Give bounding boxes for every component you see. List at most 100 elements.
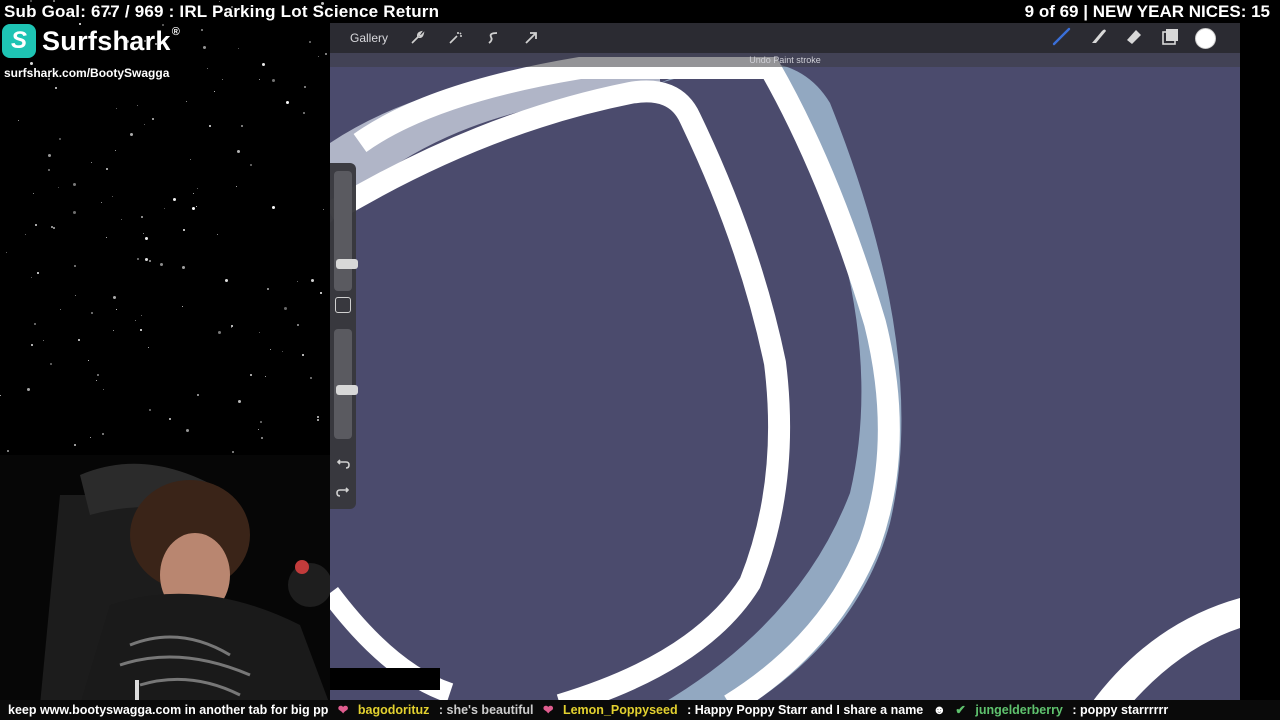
star	[140, 329, 142, 331]
star	[27, 388, 30, 391]
star	[320, 292, 322, 294]
star	[173, 198, 176, 201]
star	[303, 112, 305, 114]
smudge-icon[interactable]	[1087, 25, 1109, 52]
undo-icon[interactable]	[333, 453, 353, 473]
star	[203, 46, 206, 49]
star	[284, 307, 287, 310]
star	[75, 295, 76, 296]
star	[115, 150, 116, 151]
star	[73, 183, 76, 186]
star	[260, 421, 262, 423]
star	[43, 340, 44, 341]
star	[7, 450, 9, 452]
star	[236, 186, 237, 187]
star	[60, 309, 61, 310]
star	[106, 168, 108, 170]
star	[145, 258, 148, 261]
star	[25, 234, 26, 235]
brush-size-thumb[interactable]	[336, 259, 358, 269]
star	[225, 279, 228, 282]
star	[113, 296, 116, 299]
star	[297, 281, 298, 282]
star	[58, 187, 59, 188]
drawing-canvas[interactable]	[330, 23, 1240, 705]
star	[169, 418, 171, 420]
star	[73, 211, 76, 214]
star	[218, 331, 221, 334]
star	[182, 306, 183, 307]
star	[317, 419, 319, 421]
star	[51, 226, 53, 228]
star	[152, 118, 154, 120]
opacity-thumb[interactable]	[336, 385, 358, 395]
chat-message: : she's beautiful	[438, 703, 534, 717]
procreate-sidebar	[330, 163, 358, 509]
star	[259, 79, 260, 80]
star	[261, 437, 263, 439]
emote-icon: ☻	[932, 703, 946, 717]
redo-icon[interactable]	[333, 481, 353, 501]
star	[272, 79, 275, 82]
sub-goal-text: Sub Goal: 677 / 969 : IRL Parking Lot Sc…	[4, 2, 440, 21]
star	[31, 277, 32, 278]
brush-icon[interactable]	[1051, 25, 1073, 52]
star	[135, 320, 136, 321]
registered-mark: ®	[171, 25, 181, 38]
star	[237, 150, 240, 153]
layers-icon[interactable]	[1159, 25, 1181, 52]
star	[262, 63, 265, 66]
chat-message: : Happy Poppy Starr and I share a name	[687, 703, 924, 717]
transform-arrow-icon[interactable]	[518, 25, 544, 51]
star	[317, 416, 319, 418]
star	[267, 288, 269, 290]
star	[238, 400, 241, 403]
star	[37, 272, 39, 274]
star	[34, 323, 36, 325]
color-picker[interactable]	[1195, 27, 1216, 49]
star	[193, 193, 194, 194]
star	[214, 91, 215, 92]
star	[112, 196, 113, 197]
eraser-icon[interactable]	[1123, 25, 1145, 52]
heart-icon: ❤	[543, 703, 554, 717]
star	[309, 41, 311, 43]
star	[149, 409, 151, 411]
wrench-icon[interactable]	[404, 25, 430, 51]
star	[318, 56, 319, 57]
opacity-slider[interactable]	[334, 329, 358, 439]
modify-button[interactable]	[335, 297, 351, 313]
star	[31, 344, 33, 346]
badge-icon: ✔	[955, 703, 966, 717]
star	[113, 330, 114, 331]
heart-icon: ❤	[337, 703, 349, 717]
star	[130, 133, 133, 136]
brush-size-slider[interactable]	[334, 171, 358, 291]
gallery-button[interactable]: Gallery	[350, 31, 388, 45]
star	[137, 105, 138, 106]
star	[250, 374, 252, 376]
star	[258, 429, 259, 430]
surfshark-logo-icon: S	[2, 24, 36, 58]
star	[148, 347, 149, 348]
star	[241, 125, 243, 127]
star	[311, 279, 314, 282]
star	[217, 234, 218, 235]
star	[259, 332, 260, 333]
star	[141, 216, 143, 218]
star	[197, 394, 199, 396]
sponsor-name-text: Surfshark	[42, 25, 171, 56]
star	[197, 188, 198, 189]
star	[141, 315, 142, 316]
star	[201, 29, 203, 31]
star	[302, 354, 304, 356]
selection-icon[interactable]	[480, 25, 506, 51]
star	[231, 325, 233, 327]
new-year-counter: 9 of 69 | NEW YEAR NICES: 15	[1024, 2, 1270, 21]
sponsor-banner: S Surfshark®	[2, 24, 180, 58]
chat-username: jungelderberry	[975, 703, 1063, 717]
sponsor-url: surfshark.com/BootySwagga	[4, 66, 170, 80]
toolbar-right-group	[1051, 23, 1216, 53]
magic-wand-icon[interactable]	[442, 25, 468, 51]
star	[182, 266, 185, 269]
